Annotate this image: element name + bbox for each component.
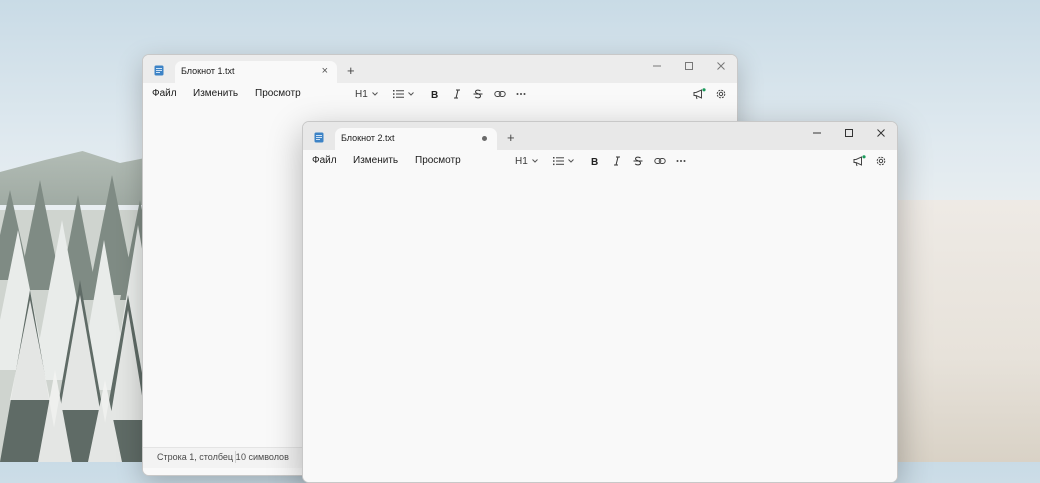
italic-icon bbox=[454, 89, 460, 99]
svg-text:B: B bbox=[431, 90, 438, 99]
menu-file[interactable]: Файл bbox=[152, 88, 177, 99]
more-icon bbox=[676, 160, 686, 162]
link-button[interactable] bbox=[654, 153, 666, 169]
megaphone-icon bbox=[693, 88, 706, 100]
list-dropdown[interactable] bbox=[393, 86, 415, 102]
maximize-button[interactable] bbox=[833, 122, 865, 144]
menu-edit[interactable]: Изменить bbox=[193, 88, 238, 99]
new-tab-button[interactable]: + bbox=[347, 64, 355, 78]
italic-icon bbox=[614, 156, 620, 166]
more-button[interactable] bbox=[676, 153, 686, 169]
tab-title: Блокнот 1.txt bbox=[181, 66, 235, 76]
maximize-icon bbox=[685, 62, 693, 70]
whats-new-button[interactable] bbox=[693, 86, 706, 102]
megaphone-icon bbox=[853, 155, 866, 167]
chevron-down-icon bbox=[408, 92, 414, 96]
chevron-down-icon bbox=[568, 159, 574, 163]
minimize-icon bbox=[813, 132, 821, 134]
notepad-icon bbox=[154, 65, 164, 76]
wallpaper-fog bbox=[880, 200, 1040, 462]
close-icon bbox=[717, 62, 725, 70]
settings-button[interactable] bbox=[715, 86, 727, 102]
new-tab-button[interactable]: + bbox=[507, 131, 515, 145]
tab-notepad-2[interactable]: Блокнот 2.txt bbox=[335, 128, 497, 151]
minimize-icon bbox=[653, 65, 661, 67]
menu-bar: Файл Изменить Просмотр H1 B bbox=[143, 83, 737, 105]
settings-button[interactable] bbox=[875, 153, 887, 169]
minimize-button[interactable] bbox=[641, 55, 673, 77]
status-char-count: 0 символов bbox=[241, 452, 289, 462]
more-icon bbox=[516, 93, 526, 95]
status-divider bbox=[235, 451, 236, 463]
italic-button[interactable] bbox=[612, 153, 622, 169]
gear-icon bbox=[716, 89, 726, 99]
bold-button[interactable]: B bbox=[430, 86, 440, 102]
close-button[interactable] bbox=[705, 55, 737, 77]
tab-notepad-1[interactable]: Блокнот 1.txt × bbox=[175, 61, 337, 84]
bold-icon: B bbox=[431, 90, 438, 99]
menu-bar: Файл Изменить Просмотр H1 B bbox=[303, 150, 897, 172]
chevron-down-icon bbox=[371, 92, 378, 96]
chevron-down-icon bbox=[531, 159, 538, 163]
list-icon bbox=[553, 157, 564, 166]
menu-view[interactable]: Просмотр bbox=[415, 155, 461, 166]
italic-button[interactable] bbox=[452, 86, 462, 102]
menu-file[interactable]: Файл bbox=[312, 155, 337, 166]
strikethrough-icon bbox=[633, 156, 643, 166]
link-button[interactable] bbox=[494, 86, 506, 102]
heading-dropdown[interactable]: H1 bbox=[355, 86, 379, 102]
menu-edit[interactable]: Изменить bbox=[353, 155, 398, 166]
link-icon bbox=[654, 158, 666, 164]
maximize-icon bbox=[845, 129, 853, 137]
status-cursor-position: Строка 1, столбец 1 bbox=[157, 452, 241, 462]
gear-icon bbox=[876, 156, 886, 166]
tab-close-button[interactable]: × bbox=[322, 64, 328, 78]
maximize-button[interactable] bbox=[673, 55, 705, 77]
heading-label: H1 bbox=[355, 88, 368, 100]
unsaved-indicator[interactable] bbox=[482, 136, 487, 141]
title-bar[interactable]: Блокнот 1.txt × + bbox=[143, 55, 737, 84]
link-icon bbox=[494, 91, 506, 97]
minimize-button[interactable] bbox=[801, 122, 833, 144]
list-dropdown[interactable] bbox=[553, 153, 575, 169]
notepad-window-2: Блокнот 2.txt + Файл Изменить Просмотр H… bbox=[302, 121, 898, 483]
whats-new-button[interactable] bbox=[853, 153, 866, 169]
tab-title: Блокнот 2.txt bbox=[341, 133, 395, 143]
notepad-icon bbox=[314, 132, 324, 143]
wallpaper-forest bbox=[0, 175, 150, 462]
heading-label: H1 bbox=[515, 155, 528, 167]
more-button[interactable] bbox=[516, 86, 526, 102]
bold-button[interactable]: B bbox=[590, 153, 600, 169]
close-button[interactable] bbox=[865, 122, 897, 144]
title-bar[interactable]: Блокнот 2.txt + bbox=[303, 122, 897, 151]
close-icon bbox=[877, 129, 885, 137]
strikethrough-icon bbox=[473, 89, 483, 99]
svg-text:B: B bbox=[591, 157, 598, 166]
heading-dropdown[interactable]: H1 bbox=[515, 153, 539, 169]
list-icon bbox=[393, 90, 404, 99]
menu-view[interactable]: Просмотр bbox=[255, 88, 301, 99]
strikethrough-button[interactable] bbox=[473, 86, 483, 102]
strikethrough-button[interactable] bbox=[633, 153, 643, 169]
text-editor-area[interactable] bbox=[303, 172, 897, 482]
bold-icon: B bbox=[591, 157, 598, 166]
